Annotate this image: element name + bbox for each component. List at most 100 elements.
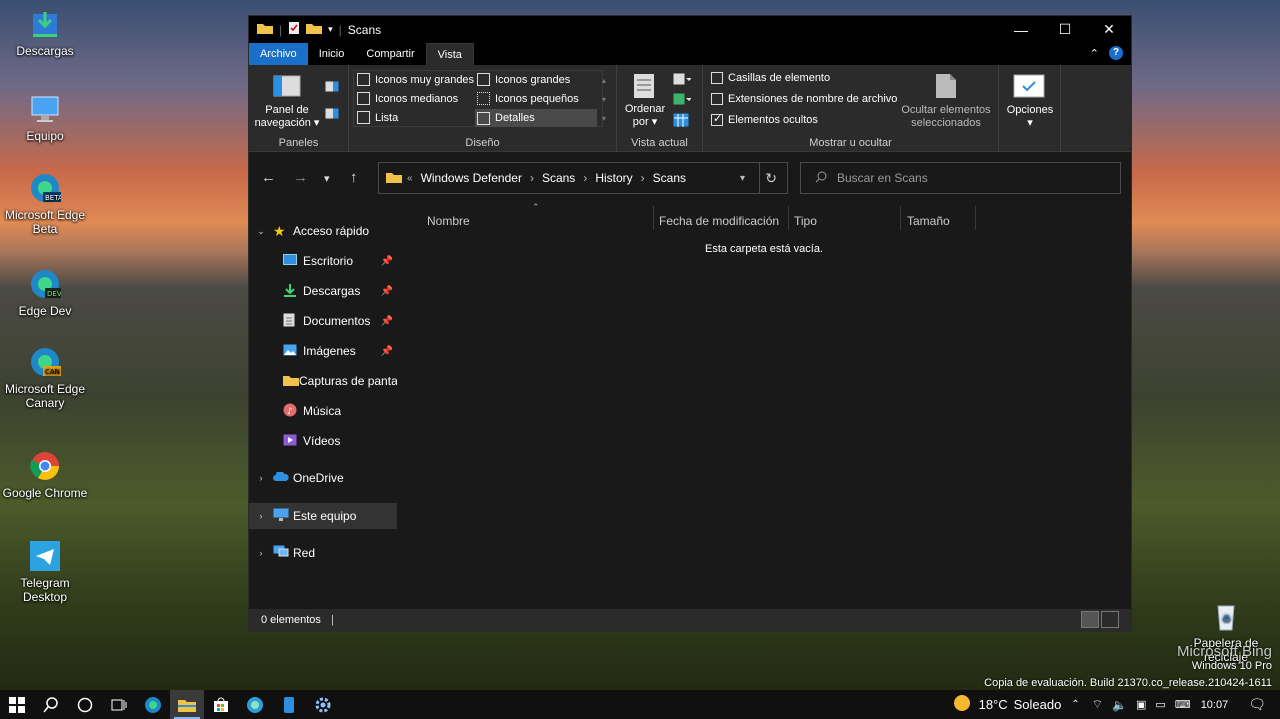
collapse-ribbon-icon[interactable]: ⌃ <box>1090 47 1099 60</box>
pin-icon[interactable]: 📌 <box>381 346 393 357</box>
options-button[interactable]: Opciones ▾ <box>999 104 1061 130</box>
sidebar-item-capturas[interactable]: Capturas de pantal <box>249 368 397 394</box>
tab-vista[interactable]: Vista <box>425 43 474 65</box>
up-arrow-icon[interactable]: ↑ <box>350 169 358 186</box>
sidebar-item-quick-access[interactable]: ⌄ ★ Acceso rápido <box>249 218 397 244</box>
details-view-button[interactable] <box>1081 611 1099 628</box>
navigation-pane-button[interactable]: Panel de navegación ▾ <box>249 104 325 130</box>
breadcrumb-scans-current[interactable]: Scans <box>653 171 686 185</box>
collapsed-chevron-icon[interactable]: › <box>249 473 273 483</box>
properties-icon[interactable] <box>288 21 300 38</box>
layout-medium-icons[interactable]: Iconos medianos <box>357 92 458 105</box>
column-header-name[interactable]: Nombre <box>427 211 470 231</box>
show-hidden-icons-chevron-icon[interactable]: ⌃ <box>1071 699 1079 710</box>
new-folder-icon[interactable] <box>306 22 323 37</box>
edge-icon[interactable] <box>136 690 170 719</box>
back-arrow-icon[interactable]: ← <box>261 169 276 186</box>
maximize-button[interactable]: ☐ <box>1043 16 1087 43</box>
breadcrumb-windows-defender[interactable]: Windows Defender <box>421 171 522 185</box>
tab-inicio[interactable]: Inicio <box>308 43 356 65</box>
sidebar-item-descargas[interactable]: Descargas 📌 <box>249 278 397 304</box>
details-pane-icon[interactable] <box>325 108 339 122</box>
cortana-icon[interactable] <box>68 690 102 719</box>
pin-icon[interactable]: 📌 <box>381 256 393 267</box>
expanded-chevron-icon[interactable]: ⌄ <box>249 226 273 237</box>
sidebar-item-musica[interactable]: ♪ Música <box>249 398 397 424</box>
checkbox-item-checkboxes[interactable]: Casillas de elemento <box>711 72 830 84</box>
quick-access-toolbar-dropdown-icon[interactable]: ▾ <box>328 24 333 35</box>
recent-locations-chevron-icon[interactable]: ▾ <box>324 172 330 185</box>
sort-by-button[interactable]: Ordenar por ▾ <box>621 103 669 129</box>
start-button[interactable] <box>0 690 34 719</box>
column-header-type[interactable]: Tipo <box>794 211 817 231</box>
sidebar-item-this-pc[interactable]: › Este equipo <box>249 503 397 529</box>
sidebar-item-onedrive[interactable]: › OneDrive <box>249 465 397 491</box>
desktop-icon-edge-beta[interactable]: BETA Microsoft Edge Beta <box>0 172 90 236</box>
sidebar-item-videos[interactable]: Vídeos <box>249 428 397 454</box>
column-divider[interactable] <box>788 206 789 230</box>
large-icons-view-button[interactable] <box>1101 611 1119 628</box>
desktop-icon-chrome[interactable]: Google Chrome <box>0 450 90 500</box>
help-icon[interactable]: ? <box>1109 46 1123 60</box>
column-divider[interactable] <box>653 206 654 230</box>
forward-arrow-icon[interactable]: → <box>293 169 308 186</box>
column-divider[interactable] <box>900 206 901 230</box>
refresh-icon[interactable]: ↻ <box>765 170 777 187</box>
tab-compartir[interactable]: Compartir <box>355 43 425 65</box>
store-icon[interactable] <box>204 690 238 719</box>
sidebar-item-network[interactable]: › Red <box>249 540 397 566</box>
breadcrumb-overflow[interactable]: « <box>407 173 413 184</box>
phone-icon[interactable] <box>272 690 306 719</box>
size-columns-icon[interactable] <box>673 113 689 130</box>
keyboard-icon[interactable]: ⌨ <box>1175 698 1191 711</box>
tab-archivo[interactable]: Archivo <box>249 43 308 65</box>
volume-icon[interactable]: 🔈 <box>1112 698 1127 712</box>
preview-pane-icon[interactable] <box>325 81 339 95</box>
pin-icon[interactable]: 📌 <box>381 286 393 297</box>
desktop-icon-equipo[interactable]: Equipo <box>0 93 90 143</box>
checkbox-hidden-items[interactable]: Elementos ocultos <box>711 112 818 126</box>
search-icon[interactable] <box>34 690 68 719</box>
layout-small-icons[interactable]: Iconos pequeños <box>477 92 579 105</box>
battery-icon[interactable]: ▭ <box>1155 698 1165 711</box>
search-box[interactable]: Buscar en Scans <box>800 162 1121 194</box>
breadcrumb-history[interactable]: History <box>595 171 632 185</box>
minimize-button[interactable]: — <box>999 16 1043 43</box>
breadcrumb-scans[interactable]: Scans <box>542 171 575 185</box>
layout-list[interactable]: Lista <box>357 111 398 124</box>
column-header-modified[interactable]: Fecha de modificación <box>659 211 779 231</box>
column-divider[interactable] <box>975 206 976 230</box>
notifications-icon[interactable]: 🗨 <box>1248 696 1266 713</box>
desktop-icon-edge-canary[interactable]: CAN Microsoft Edge Canary <box>0 346 90 410</box>
hide-selected-button[interactable]: Ocultar elementos seleccionados <box>895 104 997 130</box>
edge-beta-taskbar-icon[interactable] <box>238 690 272 719</box>
collapsed-chevron-icon[interactable]: › <box>249 511 273 521</box>
layout-large-icons[interactable]: Iconos grandes <box>477 73 570 86</box>
desktop-icon-edge-dev[interactable]: DEV Edge Dev <box>0 268 90 318</box>
add-columns-icon[interactable] <box>673 93 692 108</box>
clock[interactable]: 10:07 <box>1201 699 1229 711</box>
column-header-size[interactable]: Tamaño <box>907 211 950 231</box>
task-view-icon[interactable] <box>102 690 136 719</box>
sidebar-item-documentos[interactable]: Documentos 📌 <box>249 308 397 334</box>
sidebar-item-imagenes[interactable]: Imágenes 📌 <box>249 338 397 364</box>
collapsed-chevron-icon[interactable]: › <box>249 548 273 558</box>
close-button[interactable]: ✕ <box>1087 16 1131 43</box>
pin-icon[interactable]: 📌 <box>381 316 393 327</box>
layout-details[interactable]: Detalles <box>475 109 597 127</box>
desktop-icon-telegram[interactable]: Telegram Desktop <box>0 540 90 604</box>
sidebar-item-escritorio[interactable]: Escritorio 📌 <box>249 248 397 274</box>
settings-icon[interactable] <box>306 690 340 719</box>
desktop-icon-descargas[interactable]: Descargas <box>0 8 90 58</box>
weather-description[interactable]: Soleado <box>1014 697 1062 712</box>
group-by-icon[interactable] <box>673 73 692 88</box>
network-signal-icon[interactable]: ⌔ <box>1092 697 1103 712</box>
layout-extra-large-icons[interactable]: Iconos muy grandes <box>357 73 474 86</box>
weather-temperature[interactable]: 18°C <box>979 697 1008 712</box>
layout-scroll-controls[interactable]: ▴ ▾ ▾ <box>602 71 606 128</box>
meet-now-icon[interactable]: ▣ <box>1136 698 1146 711</box>
address-bar[interactable]: « Windows Defender › Scans › History › S… <box>378 162 788 194</box>
address-history-chevron-icon[interactable]: ▾ <box>740 173 745 184</box>
file-explorer-taskbar-icon[interactable] <box>170 690 204 719</box>
checkbox-file-extensions[interactable]: Extensiones de nombre de archivo <box>711 93 897 105</box>
